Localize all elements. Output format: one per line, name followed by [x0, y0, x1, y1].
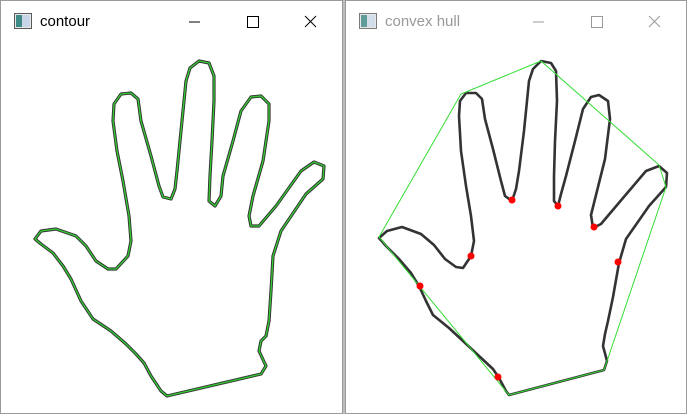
- minimize-icon: [189, 21, 200, 23]
- defect-point: [494, 373, 502, 381]
- contour-canvas: [1, 43, 342, 413]
- minimize-button[interactable]: [165, 1, 223, 43]
- minimize-icon: [533, 21, 544, 23]
- defect-point: [467, 252, 475, 260]
- maximize-icon: [247, 16, 259, 28]
- minimize-button[interactable]: [509, 1, 567, 43]
- contour-window[interactable]: contour: [0, 0, 343, 414]
- maximize-icon: [591, 16, 603, 28]
- title-bar[interactable]: convex hull: [346, 1, 686, 43]
- convexity-defects: [416, 196, 622, 381]
- defect-point: [416, 282, 424, 290]
- defect-point: [590, 223, 598, 231]
- convex-hull-window[interactable]: convex hull: [345, 0, 687, 414]
- convex-hull-polygon: [378, 60, 667, 396]
- desktop: contour convex hull: [0, 0, 687, 414]
- close-button[interactable]: [281, 1, 339, 43]
- hand-contour-highlight: [34, 60, 325, 397]
- close-button[interactable]: [625, 1, 683, 43]
- close-icon: [648, 15, 661, 28]
- window-title: contour: [40, 13, 91, 30]
- defect-point: [508, 196, 516, 204]
- hand-contour: [33, 59, 326, 398]
- maximize-button[interactable]: [223, 1, 281, 43]
- hand-outline: [377, 59, 669, 397]
- maximize-button[interactable]: [567, 1, 625, 43]
- convex-hull-canvas: [346, 43, 686, 413]
- image-window-icon: [14, 13, 32, 29]
- image-window-icon: [359, 13, 377, 29]
- window-title: convex hull: [385, 13, 461, 30]
- title-bar[interactable]: contour: [1, 1, 342, 43]
- defect-point: [554, 202, 562, 210]
- close-icon: [304, 15, 317, 28]
- defect-point: [614, 258, 622, 266]
